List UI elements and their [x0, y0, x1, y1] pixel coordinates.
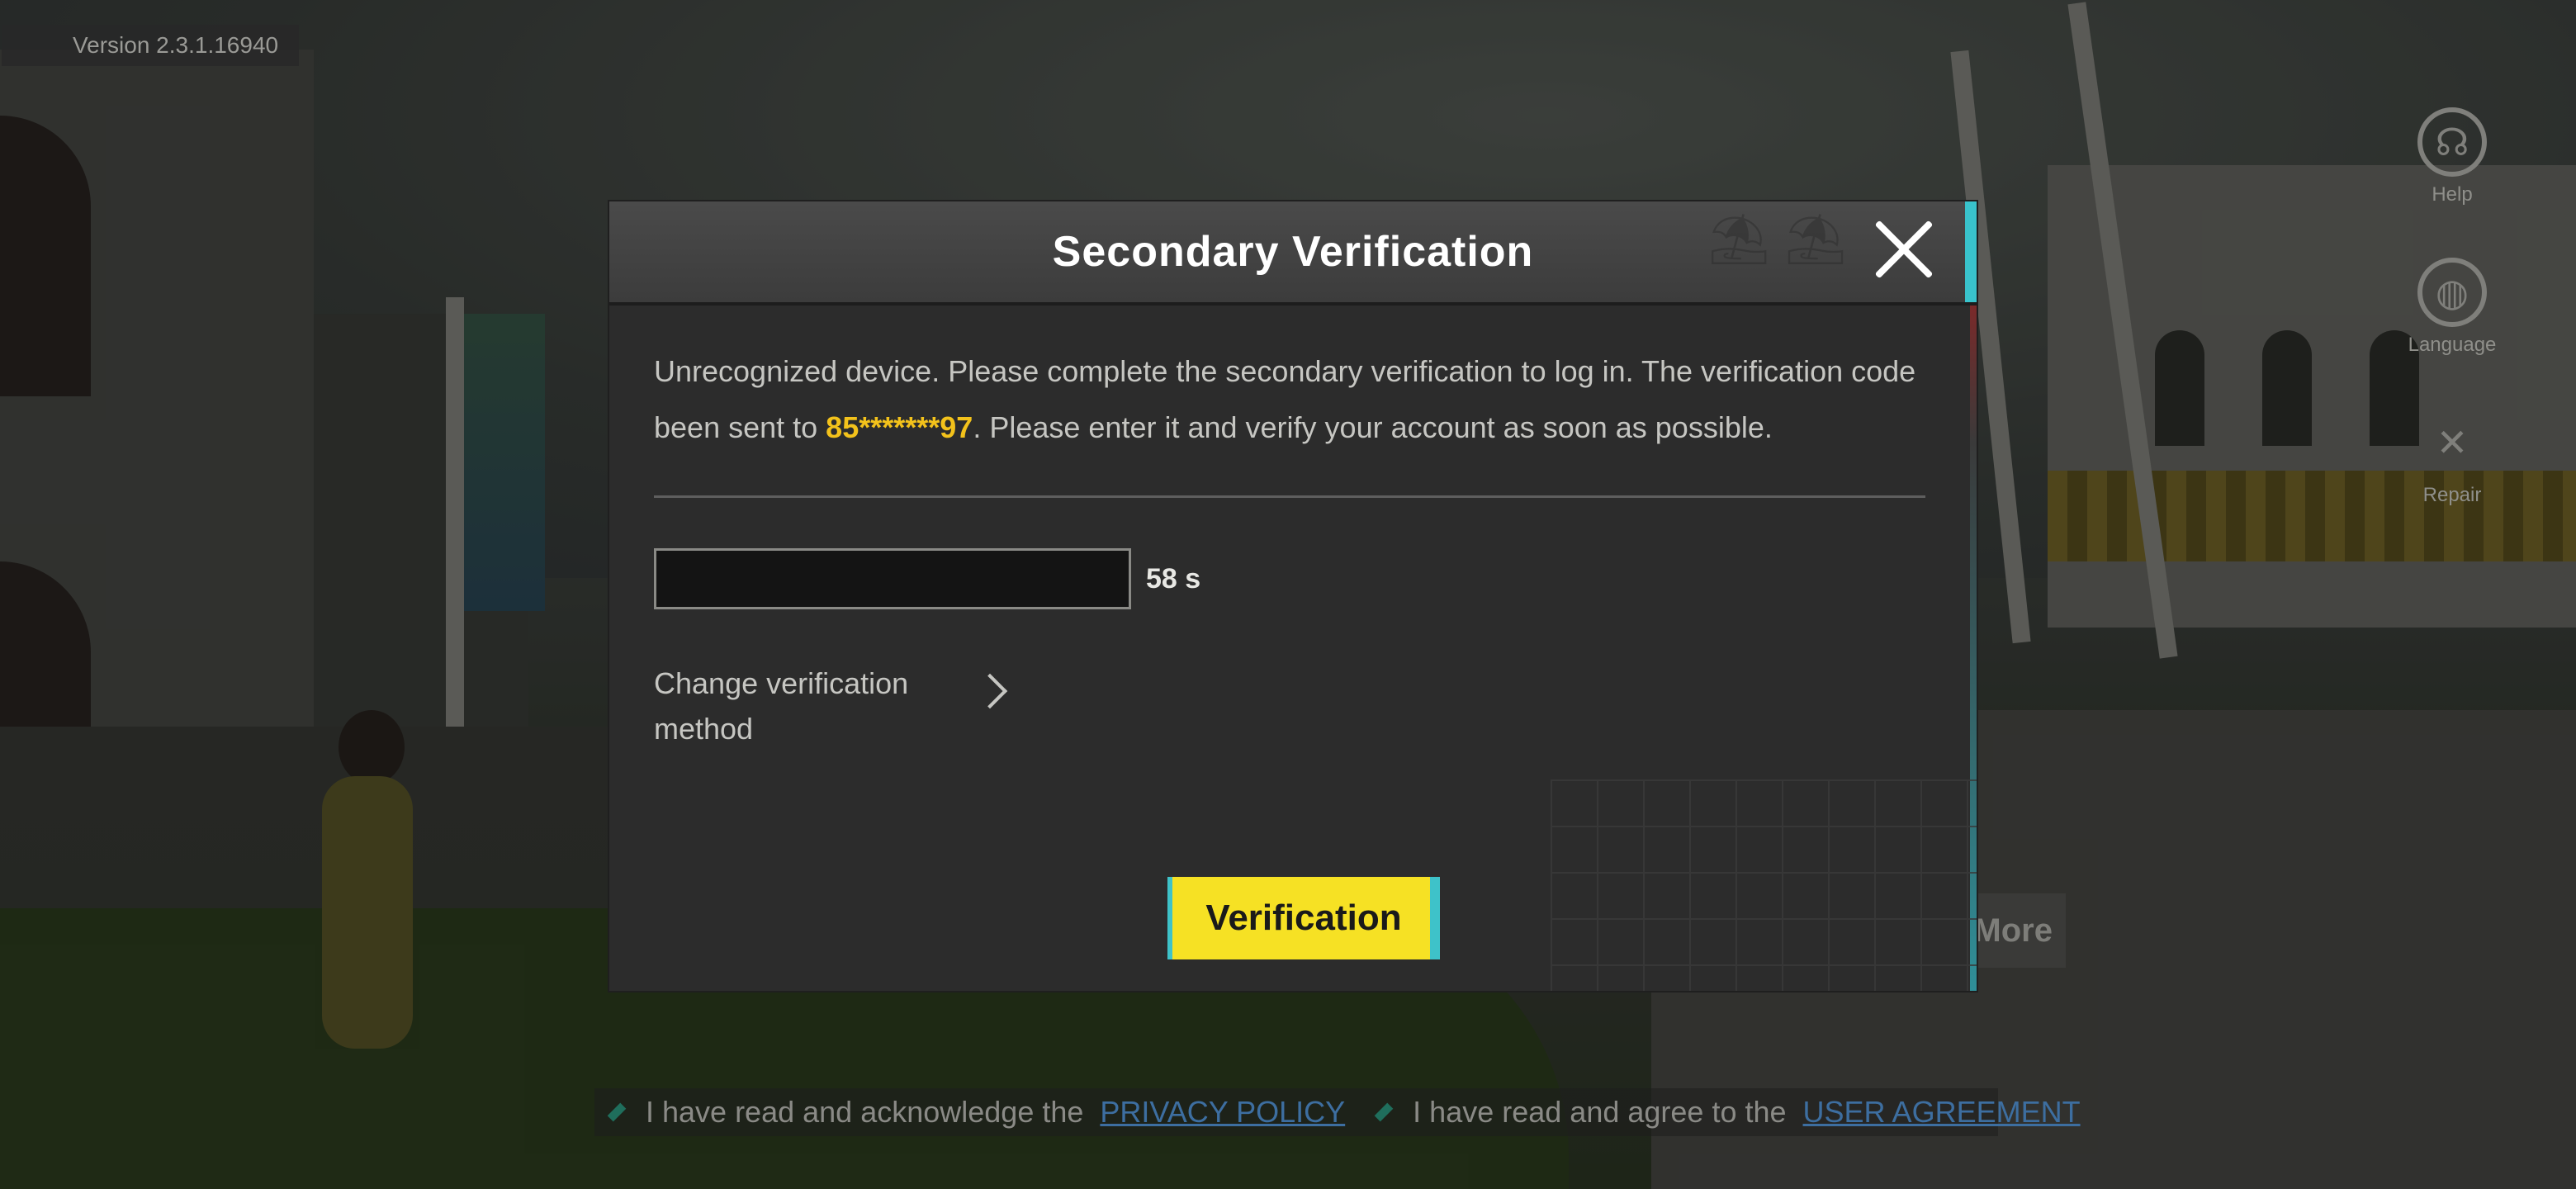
agreements-bar: I have read and acknowledge the PRIVACY …	[594, 1088, 2081, 1136]
user-agreement-link[interactable]: USER AGREEMENT	[1803, 1095, 2081, 1130]
verification-button[interactable]: Verification	[1167, 877, 1440, 959]
change-method-label: Change verification method	[654, 666, 909, 746]
message-instruction: . Please enter it and verify your accoun…	[973, 410, 1773, 444]
message-line-2: been sent to 85*******97. Please enter i…	[654, 400, 1925, 456]
help-label: Help	[2432, 183, 2473, 206]
version-label: Version 2.3.1.16940	[2, 25, 299, 66]
language-button[interactable]: ◍ Language	[2370, 258, 2535, 357]
change-verification-method-link[interactable]: Change verification method	[654, 661, 1008, 751]
user-agreement-checkbox[interactable]	[1374, 1102, 1394, 1122]
verification-message: Unrecognized device. Please complete the…	[654, 343, 1925, 456]
masked-phone-number: 85*******97	[826, 410, 973, 444]
repair-button[interactable]: ✕ Repair	[2370, 408, 2535, 507]
resend-countdown: 58 s	[1146, 563, 1201, 594]
globe-icon: ◍	[2417, 258, 2487, 327]
message-sent-to: been sent to	[654, 410, 826, 444]
secondary-verification-dialog: ⛱ ⛱ Secondary Verification Unrecognized …	[609, 201, 1977, 991]
repair-label: Repair	[2422, 484, 2482, 506]
headset-icon: ☊	[2417, 107, 2487, 177]
dialog-title: Secondary Verification	[1052, 228, 1534, 276]
privacy-prefix-text: I have read and acknowledge the	[646, 1095, 1084, 1129]
language-label: Language	[2408, 334, 2497, 356]
privacy-checkbox[interactable]	[607, 1102, 627, 1122]
divider	[654, 495, 1925, 498]
grid-decoration	[1551, 779, 1977, 991]
close-icon[interactable]	[1873, 218, 1935, 281]
wrench-icon: ✕	[2436, 421, 2469, 464]
privacy-policy-link[interactable]: PRIVACY POLICY	[1100, 1095, 1345, 1130]
verification-code-input[interactable]	[654, 548, 1131, 609]
user-agreement-prefix-text: I have read and agree to the	[1413, 1095, 1787, 1129]
message-line-1: Unrecognized device. Please complete the…	[654, 354, 1925, 388]
chevron-right-icon	[972, 673, 1008, 709]
dialog-header: ⛱ ⛱ Secondary Verification	[609, 201, 1977, 306]
help-button[interactable]: ☊ Help	[2370, 107, 2535, 206]
